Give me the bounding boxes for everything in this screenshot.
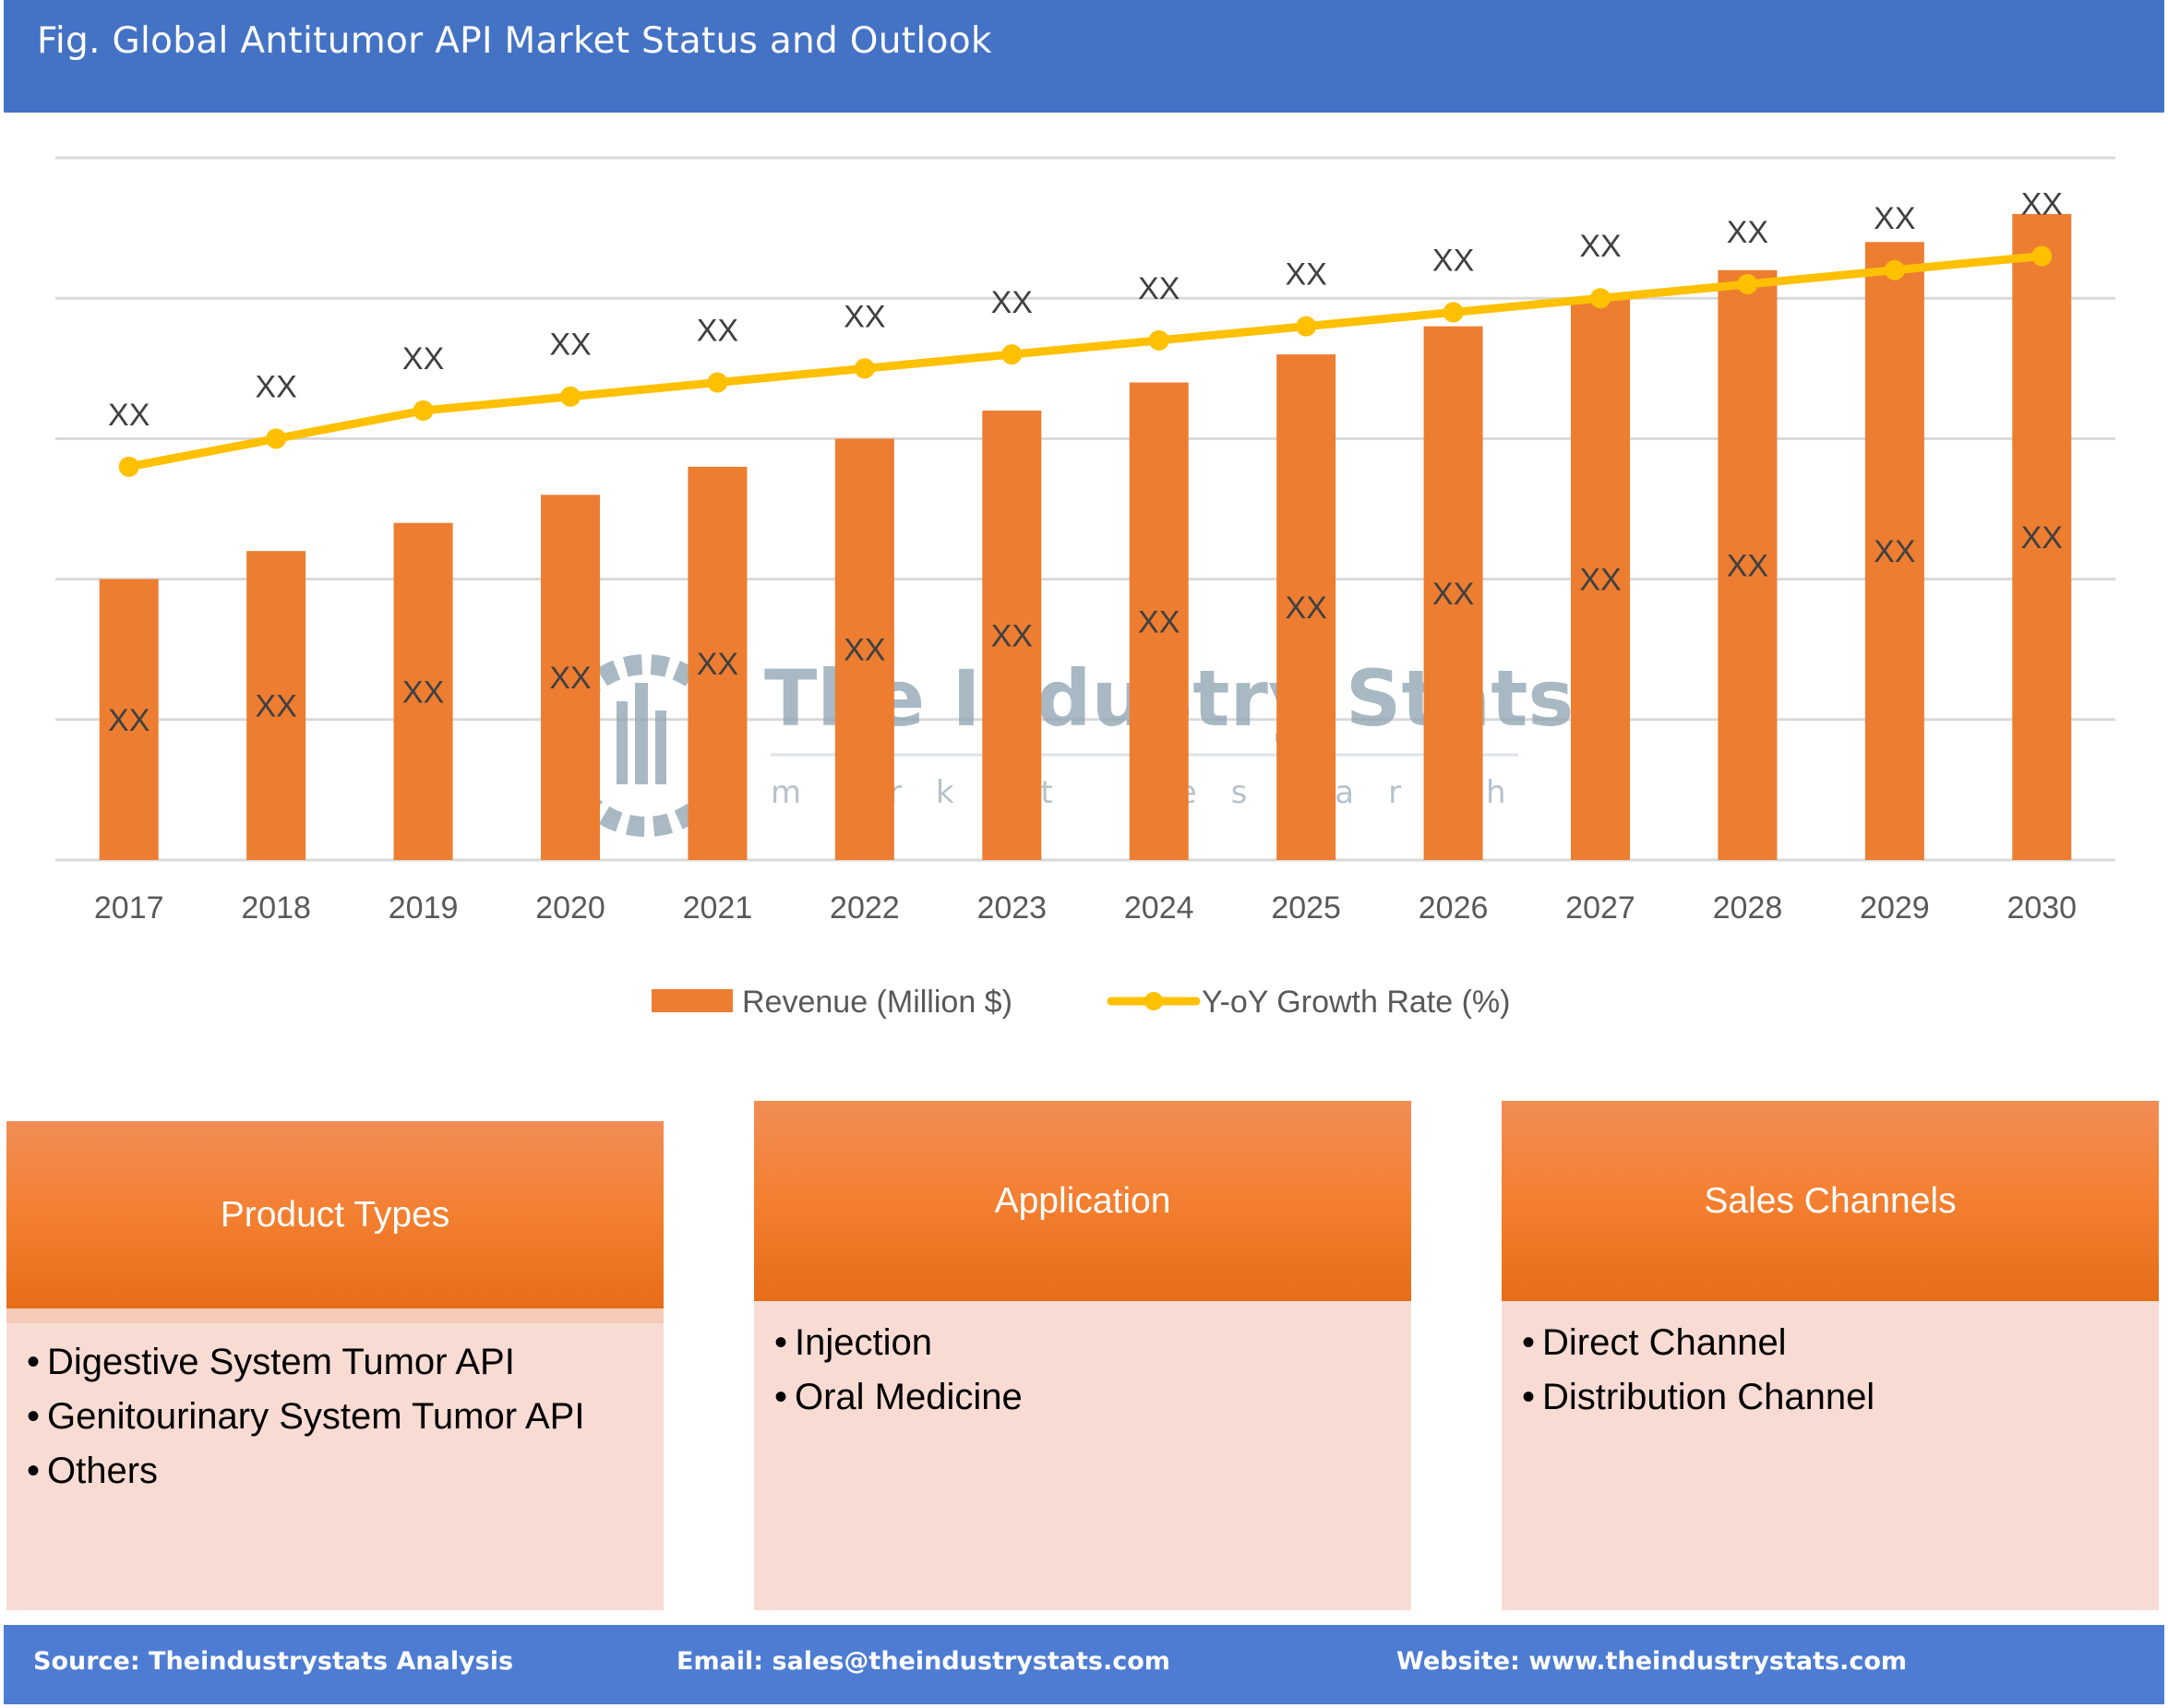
growth-point-2021 xyxy=(707,372,728,393)
growth-point-2029 xyxy=(1884,259,1905,281)
bar-label-2026: XX xyxy=(1432,577,1474,612)
x-tick-2018: 2018 xyxy=(241,890,311,926)
legend-swatch-revenue xyxy=(652,989,733,1012)
x-tick-2017: 2017 xyxy=(94,890,164,926)
card-application: Application • Injection • Oral Medicine xyxy=(754,1101,1411,1610)
revenue-bars xyxy=(99,213,2072,861)
legend: Revenue (Million $) Y-oY Growth Rate (%) xyxy=(652,985,1510,1020)
card-list: • Digestive System Tumor API • Genitourina… xyxy=(27,1335,584,1499)
growth-point-2026 xyxy=(1443,302,1464,323)
footer: Source: Theindustrystats Analysis Email:… xyxy=(4,1625,2164,1704)
growth-label-2017: XX xyxy=(108,398,150,433)
title-bar: Fig. Global Antitumor API Market Status … xyxy=(4,0,2164,113)
growth-point-2023 xyxy=(1001,344,1023,365)
footer-website[interactable]: Website: www.theindustrystats.com xyxy=(1396,1647,1907,1676)
growth-label-2022: XX xyxy=(844,299,885,334)
growth-label-2024: XX xyxy=(1138,271,1180,306)
x-tick-2029: 2029 xyxy=(1860,890,1930,926)
x-tick-2023: 2023 xyxy=(976,890,1047,926)
card-list: • Direct Channel • Distribution Channel xyxy=(1522,1316,1875,1425)
x-tick-2022: 2022 xyxy=(830,890,900,926)
bar-label-2024: XX xyxy=(1138,604,1180,639)
card-header: Application xyxy=(754,1101,1411,1301)
growth-point-2027 xyxy=(1590,288,1611,309)
bar-label-2017: XX xyxy=(108,703,150,738)
list-item: • Digestive System Tumor API xyxy=(27,1342,515,1382)
bar-label-2018: XX xyxy=(255,689,296,724)
bar-label-2019: XX xyxy=(402,675,444,710)
chart: The Industry Stats market research XXXXX… xyxy=(55,156,2115,1020)
x-tick-2020: 2020 xyxy=(535,890,605,926)
x-tick-2021: 2021 xyxy=(683,890,753,926)
x-tick-2027: 2027 xyxy=(1565,890,1635,926)
footer-email[interactable]: Email: sales@theindustrystats.com xyxy=(677,1647,1170,1676)
growth-label-2029: XX xyxy=(1874,201,1915,236)
list-item: • Genitourinary System Tumor API xyxy=(27,1396,585,1437)
growth-label-2021: XX xyxy=(697,314,738,349)
growth-label-2019: XX xyxy=(402,341,444,376)
growth-point-2019 xyxy=(413,400,434,421)
growth-point-2020 xyxy=(560,386,581,407)
growth-label-2023: XX xyxy=(991,285,1033,320)
list-item: • Direct Channel xyxy=(1522,1322,1787,1363)
bar-label-2027: XX xyxy=(1579,563,1621,598)
bar-label-2021: XX xyxy=(697,647,738,682)
list-item-text: Oral Medicine xyxy=(795,1377,1023,1417)
list-item-text: Others xyxy=(47,1451,159,1491)
growth-label-2026: XX xyxy=(1432,243,1474,278)
growth-label-2028: XX xyxy=(1727,215,1768,250)
page-title: Fig. Global Antitumor API Market Status … xyxy=(37,20,992,62)
x-tick-2019: 2019 xyxy=(389,890,459,926)
bar-label-2023: XX xyxy=(991,618,1033,653)
bar-label-2025: XX xyxy=(1285,591,1326,626)
growth-label-2025: XX xyxy=(1285,257,1326,293)
list-item: • Distribution Channel xyxy=(1522,1377,1875,1417)
legend-label-revenue: Revenue (Million $) xyxy=(742,985,1012,1020)
list-item-text: Direct Channel xyxy=(1542,1322,1787,1363)
x-tick-2025: 2025 xyxy=(1271,890,1341,926)
list-item: • Oral Medicine xyxy=(774,1377,1023,1417)
list-item-text: Genitourinary System Tumor API xyxy=(47,1396,585,1437)
growth-point-2022 xyxy=(854,358,875,379)
legend-marker-growth xyxy=(1144,992,1163,1010)
card-list: • Injection • Oral Medicine xyxy=(774,1316,1023,1425)
growth-label-2018: XX xyxy=(255,369,296,404)
growth-label-2020: XX xyxy=(549,328,591,363)
growth-point-2028 xyxy=(1737,273,1758,294)
footer-source: Source: Theindustrystats Analysis xyxy=(33,1647,514,1676)
x-tick-2026: 2026 xyxy=(1419,890,1489,926)
card-product-types: Product Types • Digestive System Tumor AP… xyxy=(6,1121,664,1610)
growth-label-2027: XX xyxy=(1579,229,1621,264)
card-header: Product Types xyxy=(6,1121,664,1308)
x-tick-2030: 2030 xyxy=(2006,890,2077,926)
x-tick-2028: 2028 xyxy=(1713,890,1783,926)
growth-point-2018 xyxy=(266,428,287,449)
card-divider xyxy=(6,1308,664,1323)
list-item: • Injection xyxy=(774,1322,932,1363)
growth-label-2030: XX xyxy=(2021,187,2063,222)
list-item-text: Injection xyxy=(795,1322,932,1363)
bar-label-2029: XX xyxy=(1874,534,1915,569)
card-sales-channels: Sales Channels • Direct Channel • Distribu… xyxy=(1502,1101,2159,1610)
list-item-text: Digestive System Tumor API xyxy=(47,1342,515,1382)
growth-point-2025 xyxy=(1296,316,1317,337)
growth-point-2024 xyxy=(1148,329,1169,351)
x-tick-2024: 2024 xyxy=(1124,890,1194,926)
legend-label-growth: Y-oY Growth Rate (%) xyxy=(1202,985,1510,1020)
list-item-text: Distribution Channel xyxy=(1542,1377,1875,1417)
bar-label-2020: XX xyxy=(549,661,591,696)
bar-label-2028: XX xyxy=(1727,548,1768,583)
x-axis-ticks: 2017 2018 2019 2020 2021 2022 2023 2024 2025 2026… xyxy=(94,890,2077,926)
bar-label-2022: XX xyxy=(844,633,885,668)
list-item: • Others xyxy=(27,1451,159,1491)
growth-point-2017 xyxy=(118,456,139,477)
card-header: Sales Channels xyxy=(1502,1101,2159,1301)
growth-point-2030 xyxy=(2031,245,2053,267)
bar-label-2030: XX xyxy=(2021,520,2063,555)
